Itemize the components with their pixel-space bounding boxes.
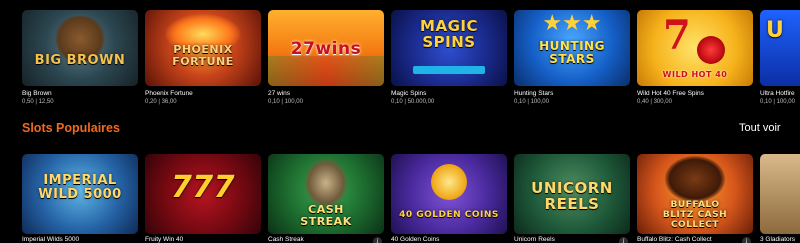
game-name[interactable]: Phoenix Fortune <box>145 90 193 97</box>
game-bet-range: 0,10 | 50.000,00 <box>391 99 435 105</box>
game-art-title: UNICORN REELS <box>531 179 613 213</box>
game-art-title: MAGIC SPINS <box>420 17 478 51</box>
game-tile-magic-spins[interactable]: MAGIC SPINS Magic Spins 0,10 | 50.000,00 <box>391 10 507 105</box>
game-thumbnail[interactable]: PHOENIX FORTUNE <box>145 10 261 86</box>
game-art-title: 777 <box>170 170 236 205</box>
game-tile-cash-streak[interactable]: CASH STREAK Cash Streak i <box>268 154 384 243</box>
game-thumbnail[interactable] <box>760 154 800 234</box>
strawberry-icon <box>697 36 725 64</box>
seven-icon: 7 <box>663 12 691 59</box>
game-thumbnail[interactable]: CASH STREAK <box>268 154 384 234</box>
jackpot-banner <box>413 66 485 74</box>
game-tile-ultra-hotfire[interactable]: U Ultra Hotfire 0,10 | 100,00 <box>760 10 800 105</box>
game-thumbnail[interactable]: MAGIC SPINS <box>391 10 507 86</box>
game-bet-range: 0,50 | 12,50 <box>22 99 54 105</box>
info-icon[interactable]: i <box>619 237 628 243</box>
info-icon[interactable]: i <box>742 237 751 243</box>
game-bet-range: 0,20 | 36,00 <box>145 99 177 105</box>
game-name[interactable]: Big Brown <box>22 90 52 97</box>
game-art-title: BUFFALO BLITZ CASH COLLECT <box>662 200 728 230</box>
game-lobby: BIG BROWN Big Brown 0,50 | 12,50 PHOENIX… <box>0 0 800 243</box>
star-icon: ★★★ <box>542 10 602 35</box>
game-art-title: WILD HOT 40 <box>662 70 728 79</box>
game-thumbnail[interactable]: 40 GOLDEN COINS <box>391 154 507 234</box>
game-name[interactable]: Imperial Wilds 5000 <box>22 236 79 243</box>
game-name[interactable]: 40 Golden Coins <box>391 236 439 243</box>
game-name[interactable]: Magic Spins <box>391 90 426 97</box>
section-title: Slots Populaires <box>22 121 120 135</box>
game-name[interactable]: Buffalo Blitz: Cash Collect <box>637 236 712 243</box>
portrait-icon <box>304 158 348 208</box>
game-bet-range: 0,10 | 100,00 <box>760 99 795 105</box>
game-thumbnail[interactable]: IMPERIAL WILD 5000 <box>22 154 138 234</box>
game-name[interactable]: Cash Streak <box>268 236 304 243</box>
game-tile-imperial-wilds-5000[interactable]: IMPERIAL WILD 5000 Imperial Wilds 5000 <box>22 154 138 243</box>
game-tile-fruity-win-40[interactable]: 777 Fruity Win 40 <box>145 154 261 243</box>
game-thumbnail[interactable]: U <box>760 10 800 86</box>
game-name[interactable]: Unicorn Reels <box>514 236 555 243</box>
game-name[interactable]: Wild Hot 40 Free Spins <box>637 90 704 97</box>
game-art-title: U <box>766 18 785 43</box>
see-all-link[interactable]: Tout voir <box>739 122 781 134</box>
game-bet-range: 0,10 | 100,00 <box>268 99 303 105</box>
game-bet-range: 0,40 | 300,00 <box>637 99 672 105</box>
game-thumbnail[interactable]: BUFFALO BLITZ CASH COLLECT <box>637 154 753 234</box>
game-name[interactable]: Fruity Win 40 <box>145 236 183 243</box>
game-tile-wild-hot-40[interactable]: 7 WILD HOT 40 Wild Hot 40 Free Spins 0,4… <box>637 10 753 105</box>
coin-icon <box>431 164 467 200</box>
game-tile-hunting-stars[interactable]: ★★★ HUNTING STARS Hunting Stars 0,10 | 1… <box>514 10 630 105</box>
info-icon[interactable]: i <box>373 237 382 243</box>
game-art-title: 40 GOLDEN COINS <box>399 210 499 220</box>
game-name[interactable]: Ultra Hotfire <box>760 90 795 97</box>
game-art-title: IMPERIAL WILD 5000 <box>38 173 122 202</box>
game-tile-buffalo-blitz-cash-collect[interactable]: BUFFALO BLITZ CASH COLLECT Buffalo Blitz… <box>637 154 753 243</box>
game-tile-big-brown[interactable]: BIG BROWN Big Brown 0,50 | 12,50 <box>22 10 138 105</box>
game-art-title: HUNTING STARS <box>539 39 605 66</box>
game-art-title: 27wins <box>290 39 362 59</box>
game-bet-range: 0,10 | 100,00 <box>514 99 549 105</box>
game-thumbnail[interactable]: ★★★ HUNTING STARS <box>514 10 630 86</box>
game-art-title: BIG BROWN <box>34 53 126 68</box>
game-tile-phoenix-fortune[interactable]: PHOENIX FORTUNE Phoenix Fortune 0,20 | 3… <box>145 10 261 105</box>
game-name[interactable]: Hunting Stars <box>514 90 553 97</box>
game-tile-27-wins[interactable]: 27wins 27 wins 0,10 | 100,00 <box>268 10 384 105</box>
game-tile-unicorn-reels[interactable]: UNICORN REELS Unicorn Reels i <box>514 154 630 243</box>
game-thumbnail[interactable]: 27wins <box>268 10 384 86</box>
game-thumbnail[interactable]: 777 <box>145 154 261 234</box>
game-art-title: CASH STREAK <box>300 203 352 228</box>
game-name[interactable]: 27 wins <box>268 90 290 97</box>
game-tile-3-gladiators[interactable]: 3 Gladiators <box>760 154 800 243</box>
game-thumbnail[interactable]: UNICORN REELS <box>514 154 630 234</box>
game-art-title: PHOENIX FORTUNE <box>172 43 234 68</box>
game-thumbnail[interactable]: BIG BROWN <box>22 10 138 86</box>
game-name[interactable]: 3 Gladiators <box>760 236 795 243</box>
game-thumbnail[interactable]: 7 WILD HOT 40 <box>637 10 753 86</box>
buffalo-icon <box>665 156 725 202</box>
game-tile-40-golden-coins[interactable]: 40 GOLDEN COINS 40 Golden Coins <box>391 154 507 243</box>
